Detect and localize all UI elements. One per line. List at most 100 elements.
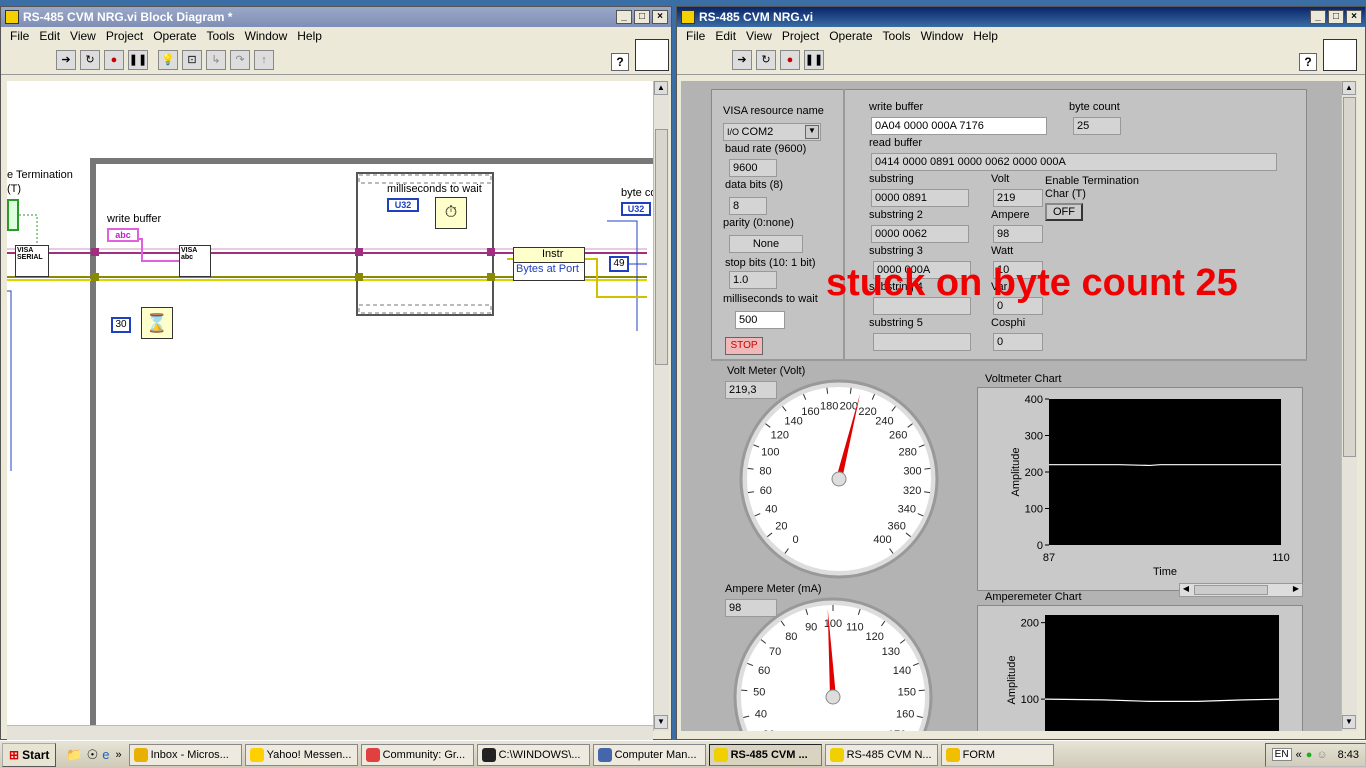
scroll-right-arrow[interactable]: ▶: [1290, 584, 1302, 596]
close-button[interactable]: ×: [652, 10, 668, 24]
stop-button[interactable]: STOP: [725, 337, 763, 355]
retain-wire-values-icon[interactable]: ⊡: [182, 49, 202, 70]
quicklaunch-more-icon[interactable]: »: [115, 749, 121, 761]
menu-window[interactable]: Window: [240, 29, 293, 43]
ms-to-wait-terminal[interactable]: U32: [387, 198, 419, 212]
step-out-icon[interactable]: ↑: [254, 49, 274, 70]
menu-tools[interactable]: Tools: [202, 29, 240, 43]
minimize-button[interactable]: _: [1310, 10, 1326, 24]
bd-horizontal-scrollbar[interactable]: [7, 725, 653, 741]
step-over-icon[interactable]: ↷: [230, 49, 250, 70]
taskbar-item[interactable]: Inbox - Micros...: [128, 743, 242, 766]
menu-view[interactable]: View: [65, 29, 101, 43]
maximize-button[interactable]: □: [634, 10, 650, 24]
read-buffer-label: read buffer: [869, 137, 923, 149]
scroll-down-arrow[interactable]: ▼: [1342, 715, 1356, 729]
block-diagram-titlebar[interactable]: RS-485 CVM NRG.vi Block Diagram * _ □ ×: [1, 7, 671, 27]
minimize-button[interactable]: _: [616, 10, 632, 24]
byte-count-terminal[interactable]: U32: [621, 202, 651, 216]
write-buffer-terminal[interactable]: abc: [107, 228, 139, 242]
menu-tools[interactable]: Tools: [878, 29, 916, 43]
visa-write-node[interactable]: VISA abc: [179, 245, 211, 277]
bd-vertical-scrollbar[interactable]: ▲ ▼: [653, 81, 669, 731]
context-help-button[interactable]: ?: [1299, 53, 1317, 71]
run-continuously-icon[interactable]: ↻: [756, 49, 776, 70]
visa-resource-select[interactable]: I/O COM2 ▼: [723, 123, 821, 141]
menu-operate[interactable]: Operate: [148, 29, 201, 43]
taskbar-item[interactable]: Yahoo! Messen...: [244, 743, 358, 766]
taskbar-item[interactable]: RS-485 CVM ...: [708, 743, 822, 766]
front-panel-titlebar[interactable]: RS-485 CVM NRG.vi _ □ ×: [677, 7, 1365, 27]
const-30[interactable]: 30: [111, 317, 131, 333]
menu-edit[interactable]: Edit: [710, 29, 741, 43]
enable-termination-toggle[interactable]: OFF: [1045, 203, 1083, 221]
tray-messenger-icon[interactable]: ☺: [1316, 749, 1327, 761]
scroll-thumb[interactable]: [1194, 585, 1268, 595]
maximize-button[interactable]: □: [1328, 10, 1344, 24]
ms-to-wait-label: milliseconds to wait: [387, 183, 482, 195]
write-buffer-field[interactable]: 0A04 0000 000A 7176: [871, 117, 1047, 135]
taskbar-item[interactable]: Computer Man...: [592, 743, 706, 766]
run-continuously-icon[interactable]: ↻: [80, 49, 100, 70]
taskbar-item[interactable]: FORM: [940, 743, 1054, 766]
y-axis-label: Amplitude: [1006, 656, 1018, 705]
app-icon: [365, 747, 380, 762]
fp-vertical-scrollbar[interactable]: ▲ ▼: [1341, 81, 1357, 731]
taskbar-item[interactable]: Community: Gr...: [360, 743, 474, 766]
menu-project[interactable]: Project: [101, 29, 148, 43]
taskbar-item[interactable]: C:\WINDOWS\...: [476, 743, 590, 766]
tray-expand-icon[interactable]: «: [1296, 749, 1302, 761]
menu-operate[interactable]: Operate: [824, 29, 877, 43]
wait-node-icon[interactable]: ⏱: [435, 197, 467, 229]
gauge-tick-label: 140: [893, 665, 911, 677]
scroll-up-arrow[interactable]: ▲: [1342, 81, 1356, 95]
quicklaunch-outlook-icon[interactable]: ☉: [87, 747, 99, 763]
menu-help[interactable]: Help: [292, 29, 327, 43]
tray-clock[interactable]: 8:43: [1338, 749, 1359, 761]
menu-view[interactable]: View: [741, 29, 777, 43]
menu-file[interactable]: File: [5, 29, 34, 43]
chevron-down-icon[interactable]: ▼: [805, 125, 819, 139]
highlight-execution-icon[interactable]: 💡: [158, 49, 178, 70]
baud-rate-field[interactable]: 9600: [729, 159, 777, 177]
tray-network-icon[interactable]: ●: [1306, 749, 1313, 761]
taskbar-item[interactable]: RS-485 CVM N...: [824, 743, 938, 766]
gauge-hub: [831, 471, 847, 487]
termination-t-label: (T): [7, 183, 22, 195]
stop-bits-field[interactable]: 1.0: [729, 271, 777, 289]
close-button[interactable]: ×: [1346, 10, 1362, 24]
menu-window[interactable]: Window: [916, 29, 969, 43]
pause-icon[interactable]: ❚❚: [804, 49, 824, 70]
abort-icon[interactable]: ●: [780, 49, 800, 70]
step-into-icon[interactable]: ↳: [206, 49, 226, 70]
menu-project[interactable]: Project: [777, 29, 824, 43]
run-arrow-icon[interactable]: ➔: [56, 49, 76, 70]
const-49[interactable]: 49: [609, 256, 629, 272]
scroll-thumb[interactable]: [655, 129, 668, 365]
chart-scrollbar[interactable]: ◀ ▶: [1179, 583, 1303, 597]
visa-configure-serial-node[interactable]: VISA SERIAL: [15, 245, 49, 277]
ms-to-wait-field[interactable]: 500: [735, 311, 785, 329]
termination-bool-terminal[interactable]: [7, 199, 19, 231]
abort-icon[interactable]: ●: [104, 49, 124, 70]
menu-edit[interactable]: Edit: [34, 29, 65, 43]
menu-help[interactable]: Help: [968, 29, 1003, 43]
parity-field[interactable]: None: [729, 235, 803, 253]
property-node-instr[interactable]: Instr Bytes at Port: [513, 247, 585, 281]
scroll-thumb[interactable]: [1343, 97, 1356, 457]
data-bits-field[interactable]: 8: [729, 197, 767, 215]
language-indicator[interactable]: EN: [1271, 748, 1292, 761]
scroll-left-arrow[interactable]: ◀: [1180, 584, 1192, 596]
wait-ms-node-icon[interactable]: ⌛: [141, 307, 173, 339]
scroll-up-arrow[interactable]: ▲: [654, 81, 668, 95]
block-diagram-canvas[interactable]: e Termination (T) write buffer abc VISA …: [7, 81, 653, 731]
menu-file[interactable]: File: [681, 29, 710, 43]
gauge-tick-label: 120: [771, 430, 789, 442]
context-help-button[interactable]: ?: [611, 53, 629, 71]
pause-icon[interactable]: ❚❚: [128, 49, 148, 70]
start-button[interactable]: ⊞ Start: [2, 742, 57, 767]
quicklaunch-folder-icon[interactable]: 📁: [66, 747, 82, 763]
scroll-down-arrow[interactable]: ▼: [654, 715, 668, 729]
run-arrow-icon[interactable]: ➔: [732, 49, 752, 70]
quicklaunch-ie-icon[interactable]: e: [102, 747, 109, 762]
